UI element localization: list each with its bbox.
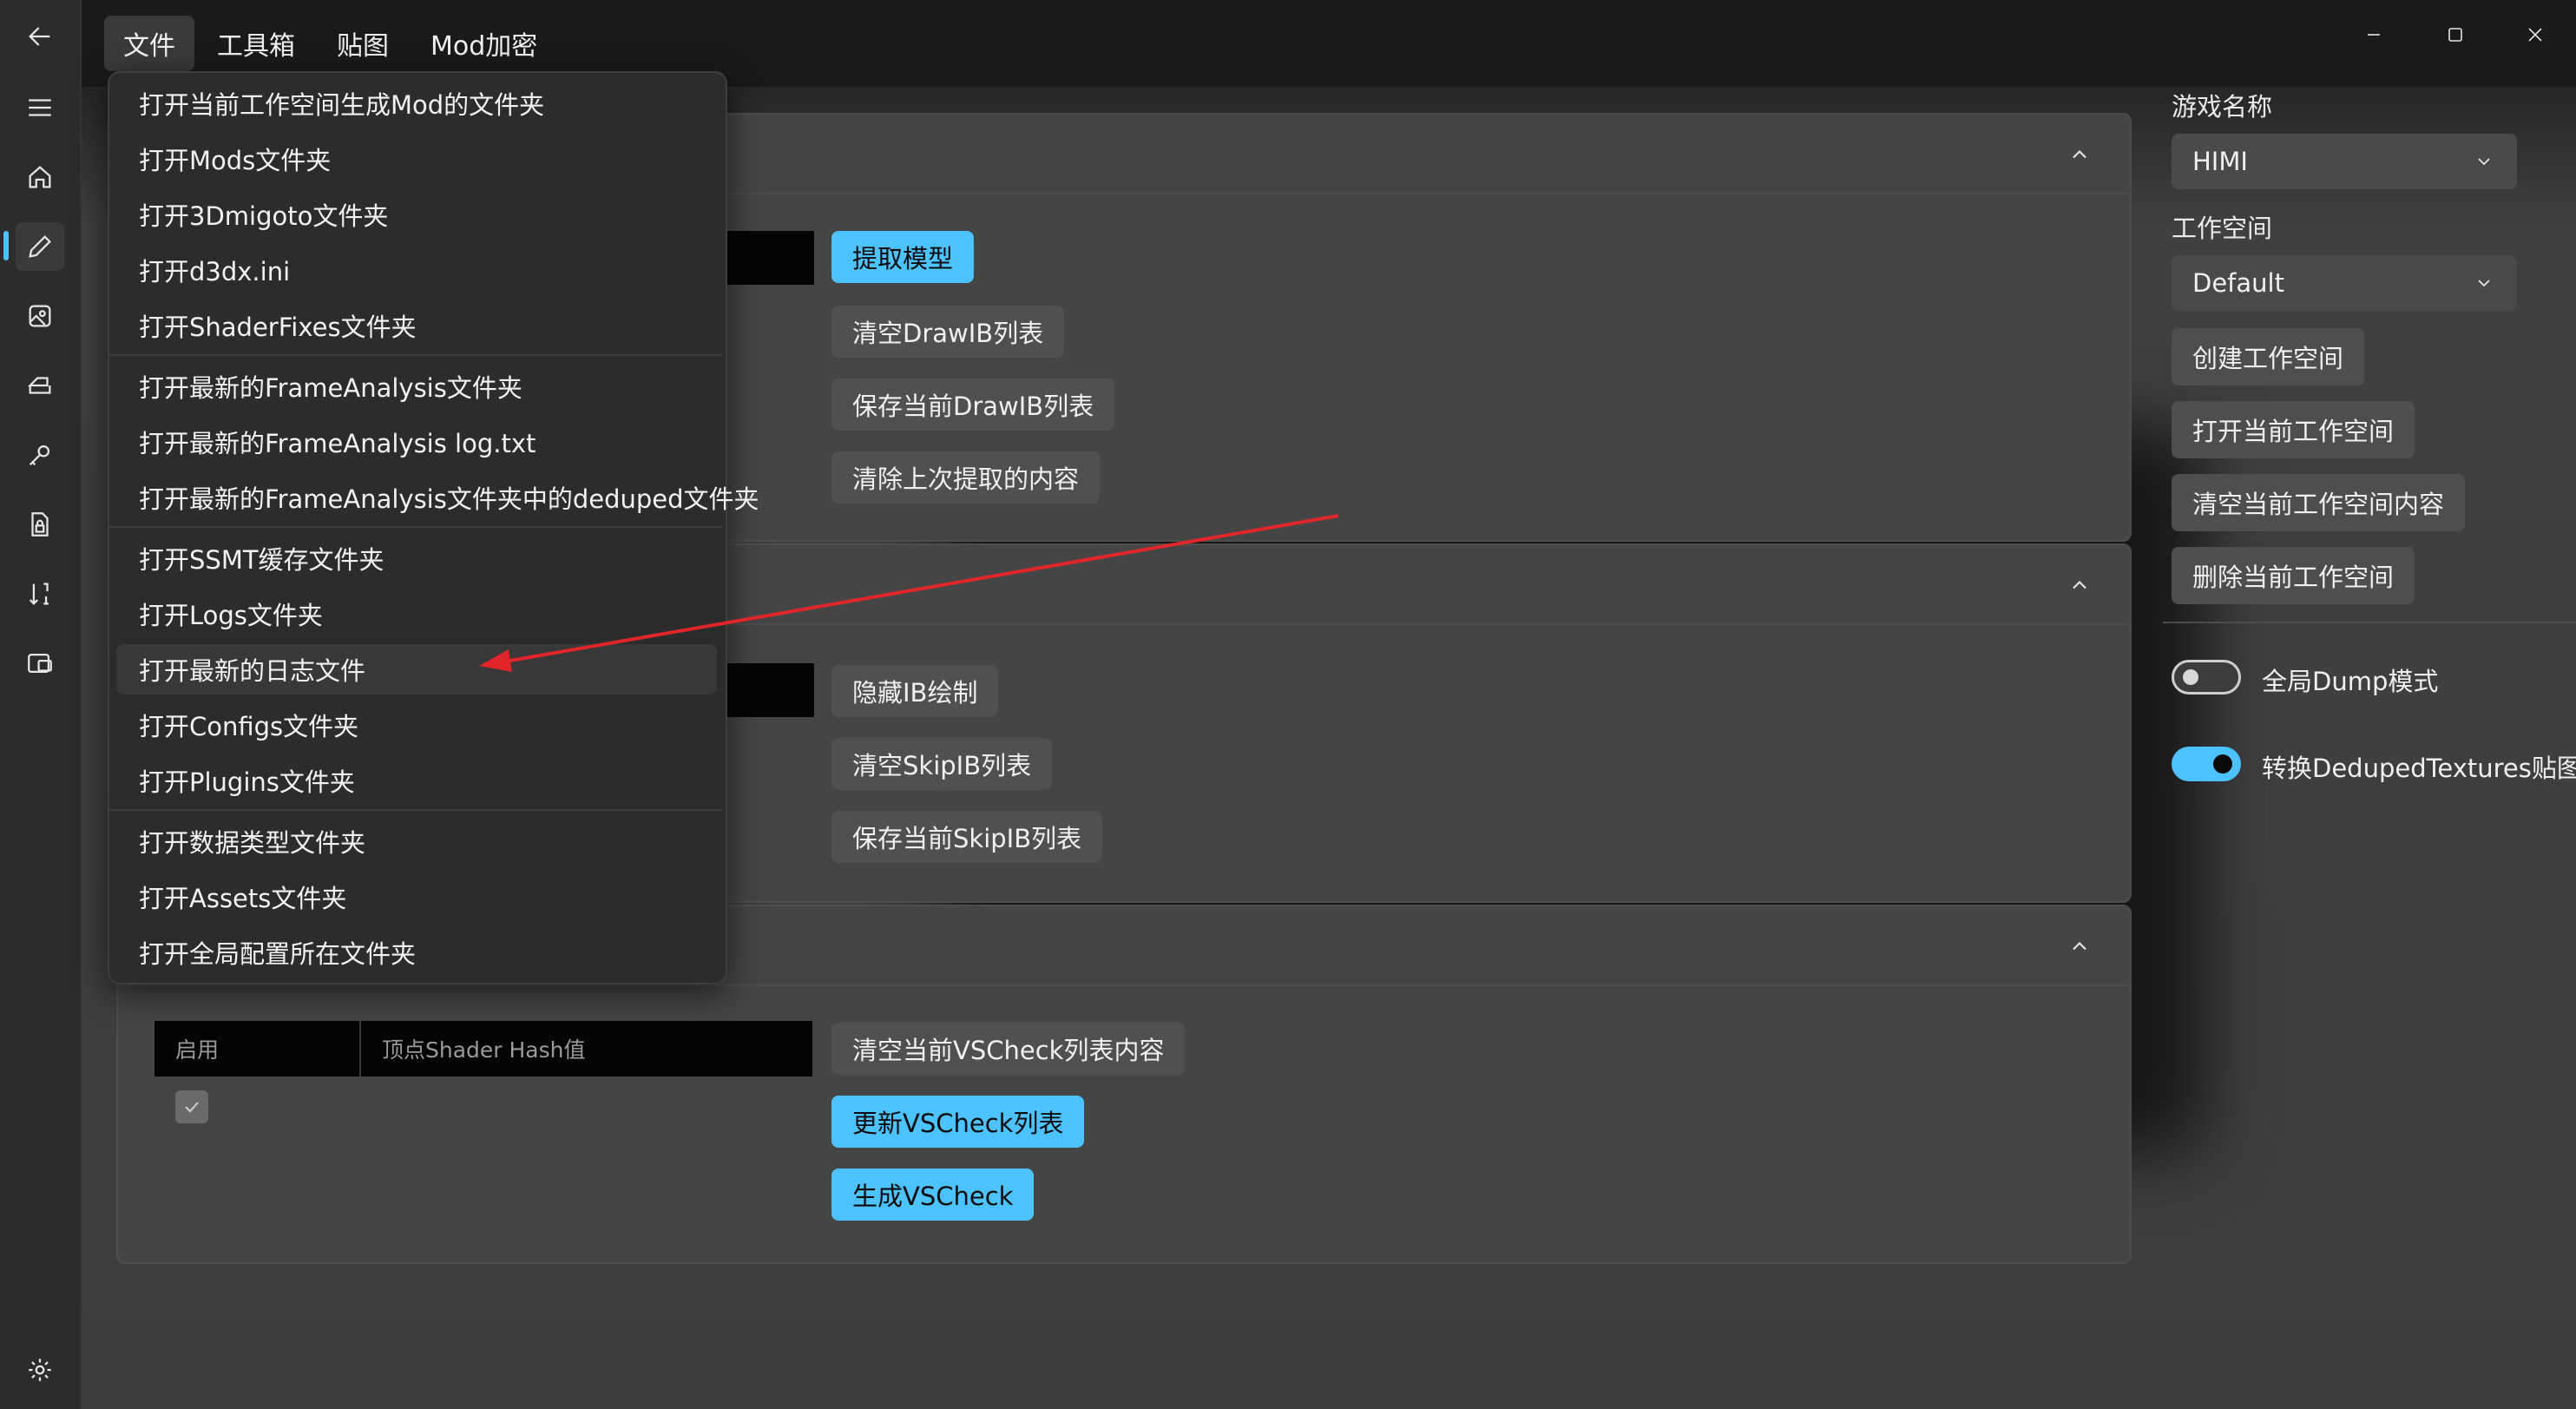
- menu-item-open-mods[interactable]: 打开Mods文件夹: [116, 134, 717, 184]
- chevron-up-icon[interactable]: [2067, 142, 2092, 167]
- delete-workspace-button[interactable]: 删除当前工作空间: [2172, 547, 2415, 604]
- workspace-value: Default: [2192, 268, 2284, 298]
- gear-icon[interactable]: [16, 1346, 64, 1394]
- menu-item-open-3dmigoto[interactable]: 打开3Dmigoto文件夹: [116, 189, 717, 240]
- workspace-dropdown[interactable]: Default: [2172, 255, 2517, 311]
- menu-item-open-plugins[interactable]: 打开Plugins文件夹: [116, 755, 717, 806]
- menu-item-open-latest-log[interactable]: 打开最新的日志文件: [116, 644, 717, 695]
- global-dump-label: 全局Dump模式: [2262, 667, 2439, 696]
- texture-icon[interactable]: [16, 639, 64, 688]
- menu-toolbox[interactable]: 工具箱: [198, 16, 314, 71]
- column-enabled[interactable]: 启用: [154, 1021, 361, 1077]
- menu-item-open-mod-output[interactable]: 打开当前工作空间生成Mod的文件夹: [116, 78, 717, 128]
- home-icon[interactable]: [16, 153, 64, 201]
- toggle-knob: [2183, 669, 2198, 685]
- global-dump-toggle[interactable]: [2172, 660, 2241, 695]
- chevron-up-icon[interactable]: [2067, 934, 2092, 958]
- convert-textures-toggle[interactable]: [2172, 747, 2241, 781]
- workspace-label: 工作空间: [2172, 214, 2273, 243]
- open-workspace-button[interactable]: 打开当前工作空间: [2172, 401, 2415, 458]
- sort-icon[interactable]: [16, 570, 64, 618]
- menu-texture[interactable]: 贴图: [318, 16, 408, 71]
- divider: [2163, 622, 2576, 623]
- menu-bar: 文件 工具箱 贴图 Mod加密: [104, 16, 556, 71]
- image-icon[interactable]: [16, 292, 64, 340]
- menu-item-open-logs[interactable]: 打开Logs文件夹: [116, 589, 717, 639]
- skipib-list[interactable]: [720, 663, 814, 717]
- chevron-up-icon[interactable]: [2067, 573, 2092, 597]
- back-arrow-icon[interactable]: [16, 12, 64, 61]
- file-lock-icon[interactable]: [16, 500, 64, 549]
- checkmark-icon: [185, 1102, 199, 1113]
- menu-item-open-frameanalysis-log[interactable]: 打开最新的FrameAnalysis log.txt: [116, 417, 717, 467]
- menu-item-open-ssmt-cache[interactable]: 打开SSMT缓存文件夹: [116, 533, 717, 583]
- generate-vscheck-button[interactable]: 生成VSCheck: [831, 1169, 1035, 1221]
- menu-separator: [109, 809, 722, 811]
- clear-skipib-button[interactable]: 清空SkipIB列表: [831, 738, 1053, 790]
- menu-mod-encrypt[interactable]: Mod加密: [411, 16, 556, 71]
- menu-item-open-configs[interactable]: 打开Configs文件夹: [116, 700, 717, 750]
- column-shader-hash[interactable]: 顶点Shader Hash值: [361, 1021, 812, 1077]
- clear-drawib-button[interactable]: 清空DrawIB列表: [831, 306, 1065, 358]
- save-drawib-button[interactable]: 保存当前DrawIB列表: [831, 379, 1115, 431]
- game-name-dropdown[interactable]: HIMI: [2172, 134, 2517, 189]
- game-name-value: HIMI: [2192, 147, 2248, 176]
- close-icon[interactable]: [2496, 9, 2574, 61]
- print-icon[interactable]: [16, 361, 64, 410]
- enabled-checkbox[interactable]: [175, 1090, 208, 1123]
- sidebar: [0, 0, 82, 1409]
- vscheck-table-header: 启用 顶点Shader Hash值: [154, 1021, 812, 1077]
- extract-model-button[interactable]: 提取模型: [831, 231, 975, 283]
- hide-ib-draw-button[interactable]: 隐藏IB绘制: [831, 665, 999, 717]
- clear-workspace-button[interactable]: 清空当前工作空间内容: [2172, 474, 2466, 531]
- maximize-icon[interactable]: [2416, 9, 2494, 61]
- chevron-down-icon: [2478, 158, 2490, 166]
- menu-separator: [109, 526, 722, 528]
- clear-last-extract-button[interactable]: 清除上次提取的内容: [831, 451, 1101, 504]
- key-icon[interactable]: [16, 431, 64, 479]
- save-skipib-button[interactable]: 保存当前SkipIB列表: [831, 811, 1103, 863]
- menu-separator: [109, 354, 722, 356]
- toggle-knob: [2213, 754, 2232, 774]
- menu-item-open-datatypes[interactable]: 打开数据类型文件夹: [116, 816, 717, 866]
- clear-vscheck-button[interactable]: 清空当前VSCheck列表内容: [831, 1023, 1186, 1075]
- pencil-icon[interactable]: [16, 222, 64, 271]
- update-vscheck-button[interactable]: 更新VSCheck列表: [831, 1096, 1085, 1148]
- drawib-list[interactable]: [720, 231, 814, 285]
- game-name-label: 游戏名称: [2172, 92, 2273, 122]
- create-workspace-button[interactable]: 创建工作空间: [2172, 328, 2365, 385]
- menu-item-open-shaderfixes[interactable]: 打开ShaderFixes文件夹: [116, 300, 717, 351]
- menu-item-open-d3dx-ini[interactable]: 打开d3dx.ini: [116, 245, 717, 295]
- menu-item-open-assets[interactable]: 打开Assets文件夹: [116, 872, 717, 922]
- hamburger-icon[interactable]: [16, 83, 64, 132]
- active-indicator: [3, 231, 9, 260]
- menu-item-open-frameanalysis[interactable]: 打开最新的FrameAnalysis文件夹: [116, 361, 717, 412]
- minimize-icon[interactable]: [2335, 9, 2413, 61]
- menu-item-open-global-config[interactable]: 打开全局配置所在文件夹: [116, 927, 717, 978]
- convert-textures-label: 转换DedupedTextures贴图: [2262, 754, 2576, 783]
- chevron-down-icon: [2478, 280, 2490, 287]
- file-menu-dropdown: 打开当前工作空间生成Mod的文件夹 打开Mods文件夹 打开3Dmigoto文件…: [108, 71, 759, 984]
- menu-item-open-deduped[interactable]: 打开最新的FrameAnalysis文件夹中的deduped文件夹: [116, 472, 759, 523]
- menu-file[interactable]: 文件: [104, 16, 194, 71]
